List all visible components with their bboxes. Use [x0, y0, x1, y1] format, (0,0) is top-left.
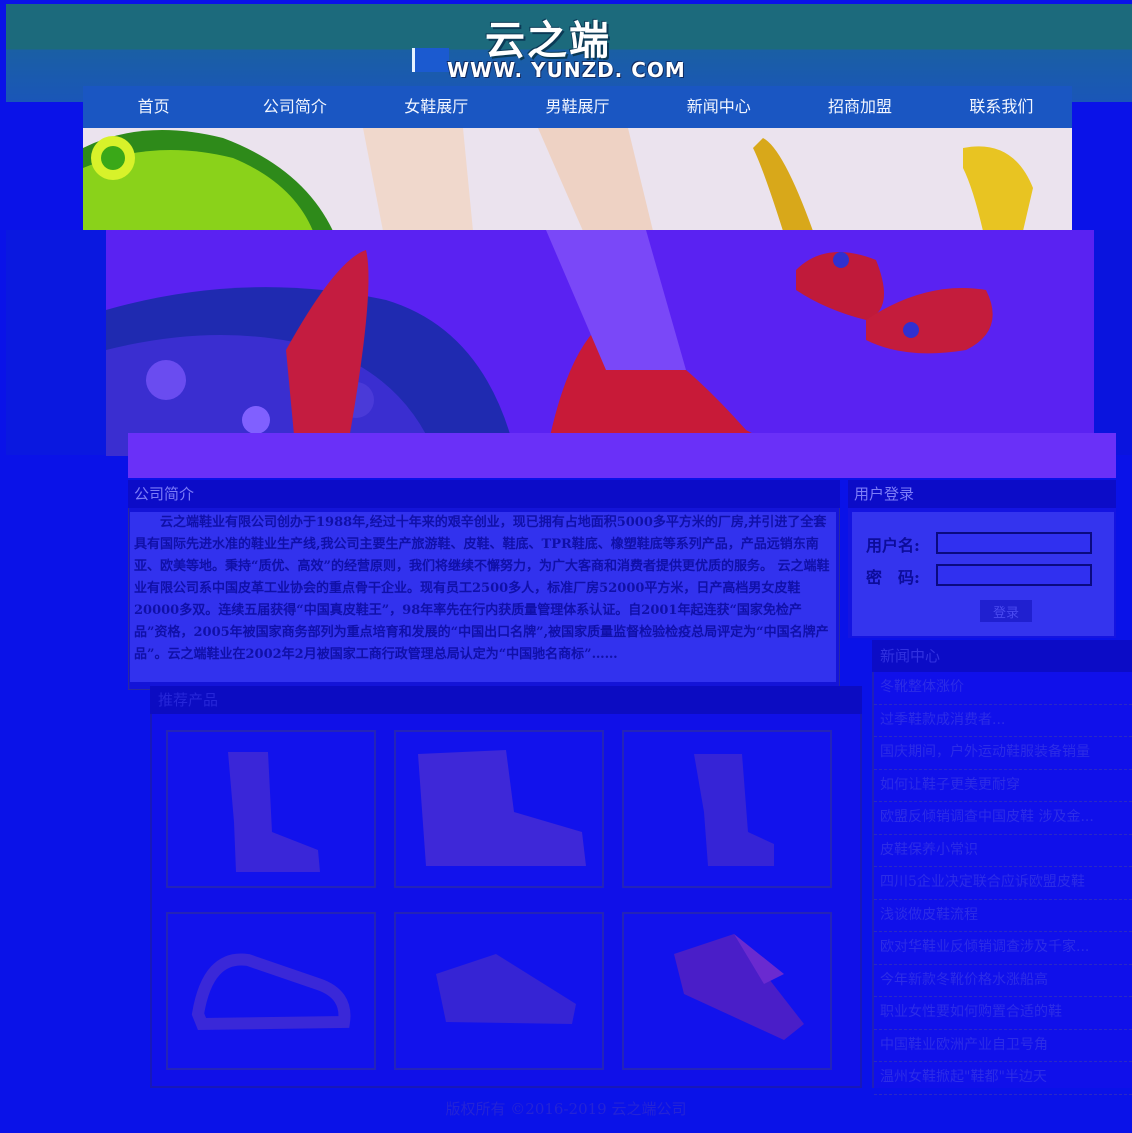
news-item[interactable]: 欧盟反倾销调查中国皮鞋 涉及金... [874, 802, 1132, 835]
news-item[interactable]: 过季鞋款成消费者... [874, 705, 1132, 737]
product-card-sandal[interactable] [166, 912, 376, 1070]
sandal-icon [191, 953, 351, 1031]
oxford-shoe-icon [674, 934, 804, 1040]
news-item[interactable]: 冬靴整体涨价 [874, 672, 1132, 705]
ankle-boot-icon [418, 750, 586, 866]
news-panel: 冬靴整体涨价 过季鞋款成消费者... 国庆期间，户外运动鞋服装备销量 如何让鞋子… [872, 640, 1132, 1095]
banner-bottom-strip [128, 433, 1116, 478]
username-label: 用户名: [866, 536, 920, 555]
nav-item-men-shoes[interactable]: 男鞋展厅 [507, 86, 648, 128]
mid-boot-icon [694, 754, 774, 866]
news-title: 新闻中心 [872, 640, 1132, 672]
password-input[interactable] [936, 564, 1092, 586]
nav-item-contact[interactable]: 联系我们 [931, 86, 1072, 128]
password-label: 密 码: [866, 568, 920, 587]
banner-side-band-left [6, 230, 106, 455]
nav-item-home[interactable]: 首页 [83, 86, 224, 128]
news-item[interactable]: 国庆期间，户外运动鞋服装备销量 [874, 737, 1132, 770]
product-card-loafer[interactable] [394, 912, 604, 1070]
nav-item-about[interactable]: 公司简介 [224, 86, 365, 128]
username-input[interactable] [936, 532, 1092, 554]
nav-item-franchise[interactable]: 招商加盟 [789, 86, 930, 128]
news-item[interactable]: 今年新款冬靴价格水涨船高 [874, 965, 1132, 997]
product-card-mid-boot[interactable] [622, 730, 832, 888]
news-item[interactable]: 如何让鞋子更美更耐穿 [874, 770, 1132, 802]
news-item[interactable]: 浅谈做皮鞋流程 [874, 900, 1132, 932]
main-nav: 首页 公司简介 女鞋展厅 男鞋展厅 新闻中心 招商加盟 联系我们 [83, 86, 1072, 128]
news-item[interactable]: 四川5企业决定联合应诉欧盟皮鞋 [874, 867, 1132, 900]
banner-side-band-right [1094, 230, 1132, 455]
product-card-boot[interactable] [166, 730, 376, 888]
nav-item-women-shoes[interactable]: 女鞋展厅 [366, 86, 507, 128]
news-list: 冬靴整体涨价 过季鞋款成消费者... 国庆期间，户外运动鞋服装备销量 如何让鞋子… [874, 672, 1132, 1095]
news-item[interactable]: 职业女性要如何购置合适的鞋 [874, 997, 1132, 1030]
site-url: WWW. YUNZD. COM [447, 58, 686, 82]
products-title: 推荐产品 [150, 686, 862, 714]
loafer-icon [436, 954, 576, 1024]
about-text: 云之端鞋业有限公司创办于1988年,经过十年来的艰辛创业，现已拥有占地面积500… [130, 512, 836, 682]
about-title: 公司简介 [128, 480, 840, 508]
news-item[interactable]: 温州女鞋掀起"鞋都"半边天 [874, 1062, 1132, 1095]
boot-icon [228, 752, 320, 872]
news-item[interactable]: 欧对华鞋业反倾销调查涉及千家... [874, 932, 1132, 965]
banner-image [106, 230, 1094, 456]
login-title: 用户登录 [848, 480, 1116, 508]
product-card-ankle-boot[interactable] [394, 730, 604, 888]
product-card-oxford[interactable] [622, 912, 832, 1070]
banner-image-top [83, 128, 1072, 231]
news-item[interactable]: 中国鞋业欧洲产业自卫号角 [874, 1030, 1132, 1062]
news-item[interactable]: 皮鞋保养小常识 [874, 835, 1132, 867]
footer-copyright: 版权所有 ©2016-2019 云之端公司 [445, 1100, 687, 1118]
logo-mark-icon [412, 48, 449, 72]
login-button[interactable]: 登录 [980, 600, 1032, 622]
nav-item-news[interactable]: 新闻中心 [648, 86, 789, 128]
